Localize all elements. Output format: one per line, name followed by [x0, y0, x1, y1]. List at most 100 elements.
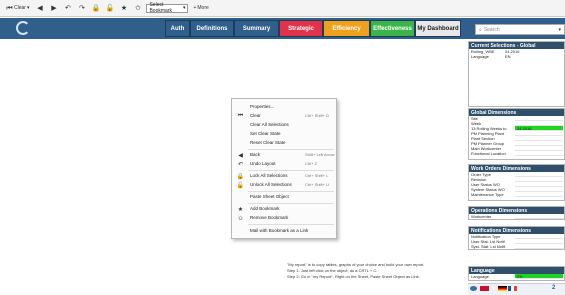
dimension-value: EN	[517, 274, 523, 279]
selection-row[interactable]: Language EN	[469, 54, 564, 59]
back-button[interactable]: ◀	[34, 3, 45, 14]
clear-icon: ⏮	[6, 4, 13, 12]
menu-separator	[248, 224, 334, 225]
info-icon[interactable]	[470, 286, 477, 291]
remove-bookmark-icon: ✩	[135, 4, 141, 12]
tab-efficiency[interactable]: Efficiency	[323, 20, 370, 37]
more-label: More	[197, 5, 209, 11]
bookmark-select[interactable]: Select Bookmark ▾	[146, 2, 189, 14]
tab-summary[interactable]: Summary	[234, 20, 279, 37]
menu-item-label: Clear All Selections	[250, 122, 289, 127]
flag-de-icon[interactable]	[498, 286, 507, 291]
remove-bookmark-button[interactable]: ✩	[132, 3, 143, 14]
menu-item-label: Unlock All Selections	[250, 182, 292, 187]
add-bookmark-button[interactable]: ★	[118, 3, 129, 14]
menu-item-unlock-all[interactable]: 🔓 Unlock All Selections Ctrl+ Shift+ U	[232, 181, 336, 189]
menu-item-label: Clear	[250, 113, 261, 118]
back-icon: ◀	[238, 153, 243, 159]
menu-item-properties[interactable]: Properties...	[232, 103, 336, 111]
chevron-down-icon: ▾	[558, 26, 561, 33]
panel-header: Operations Dimensions	[469, 207, 564, 214]
undo-icon: ↶	[65, 4, 71, 12]
redo-icon: ↷	[79, 4, 85, 12]
unlock-button[interactable]: 🔓	[104, 3, 115, 14]
tab-auth[interactable]: Auth	[165, 20, 190, 37]
tab-my-dashboard[interactable]: My Dashboard	[415, 20, 461, 37]
tab-label: My Dashboard	[417, 25, 459, 32]
tab-label: Definitions	[196, 25, 228, 32]
dimension-label: Functional Location	[471, 151, 506, 156]
more-button[interactable]: + More	[191, 3, 210, 14]
clear-button[interactable]: ⏮ Clear ▾	[4, 3, 31, 14]
flag-fr-icon[interactable]	[508, 286, 517, 291]
menu-item-reset-clear-state[interactable]: Reset Clear State	[232, 139, 336, 147]
lock-button[interactable]: 🔒	[90, 3, 101, 14]
dimension-row[interactable]: Functional Location	[469, 151, 564, 156]
menu-item-label: Undo Layout	[250, 161, 276, 166]
selection-value: EN	[505, 54, 511, 59]
dimension-value-box[interactable]	[515, 244, 563, 249]
menu-separator	[248, 149, 334, 150]
add-bookmark-icon: ★	[237, 207, 244, 213]
language-panel: Language Language EN	[468, 266, 565, 281]
menu-item-shortcut: Ctrl+ Shift+ U	[305, 182, 330, 187]
dimension-row[interactable]: Workcenter	[469, 214, 564, 219]
menu-item-label: Add Bookmark	[250, 206, 280, 211]
instructions-text: "My report" is to copy tables, graphs of…	[287, 262, 477, 280]
dimension-label: Maintenance Type	[471, 192, 504, 197]
menu-item-remove-bookmark[interactable]: ✩ Remove Bookmark	[232, 214, 336, 222]
menu-item-shortcut: Shift+ Left Arrow	[305, 152, 335, 157]
unlock-icon: 🔓	[105, 4, 115, 12]
page-number: 2	[552, 285, 556, 291]
plus-icon: +	[193, 5, 197, 11]
menu-item-lock-all[interactable]: 🔒 Lock All Selections Ctrl+ Shift+ L	[232, 172, 336, 180]
menu-separator	[248, 191, 334, 192]
dimension-row[interactable]: Maintenance Type	[469, 192, 564, 197]
bookmark-select-label: Select Bookmark	[149, 2, 172, 14]
menu-item-clear[interactable]: ⏮ Clear Ctrl+ Shift+ D	[232, 112, 336, 120]
panel-header: Global Dimensions	[469, 109, 564, 116]
dimension-value-box[interactable]	[515, 151, 563, 156]
panel-header: Work Orders Dimensions	[469, 165, 564, 172]
tab-label: Effectiveness	[373, 25, 412, 32]
menu-item-label: Mail with Bookmark as a Link	[250, 228, 309, 233]
operations-panel: Operations Dimensions Workcenter	[468, 206, 565, 220]
menu-item-add-bookmark[interactable]: ★ Add Bookmark	[232, 205, 336, 213]
dimension-value-box[interactable]	[515, 214, 563, 219]
tab-label: Summary	[242, 25, 271, 32]
search-input[interactable]: ⌕ Search ▾	[475, 24, 565, 35]
menu-item-clear-all-selections[interactable]: Clear All Selections	[232, 121, 336, 129]
panel-title: Notifications Dimensions	[471, 227, 532, 234]
dimension-row[interactable]: Syst. Stat. Lst Notif.	[469, 244, 564, 249]
menu-item-shortcut: Ctrl+ Shift+ L	[305, 173, 329, 178]
menu-item-label: Lock All Selections	[250, 173, 288, 178]
menu-item-undo-layout[interactable]: ↶ Undo Layout Ctrl+ Z	[232, 160, 336, 168]
undo-button[interactable]: ↶	[62, 3, 73, 14]
context-menu: Properties... ⏮ Clear Ctrl+ Shift+ D Clear…	[231, 98, 337, 239]
global-dimensions-panel: Global Dimensions Site Week 13 Rolling W…	[468, 108, 565, 160]
menu-item-set-clear-state[interactable]: Set Clear State	[232, 130, 336, 138]
tab-definitions[interactable]: Definitions	[190, 20, 234, 37]
panel-title: Global Dimensions	[471, 109, 517, 116]
panel-header: Language	[469, 267, 564, 274]
app-logo-icon	[16, 21, 30, 35]
menu-item-mail-bookmark[interactable]: Mail with Bookmark as a Link	[232, 227, 336, 235]
forward-button[interactable]: ▶	[48, 3, 59, 14]
flag-uk-icon[interactable]	[480, 286, 489, 291]
redo-button[interactable]: ↷	[76, 3, 87, 14]
dimension-row[interactable]: Language EN	[469, 274, 564, 279]
tab-strategic[interactable]: Strategic	[279, 20, 323, 37]
menu-separator	[248, 203, 334, 204]
panel-title: Work Orders Dimensions	[471, 165, 531, 172]
panel-title: Operations Dimensions	[471, 207, 528, 214]
chevron-down-icon: ▾	[26, 5, 30, 11]
tab-effectiveness[interactable]: Effectiveness	[370, 20, 415, 37]
menu-separator	[248, 170, 334, 171]
menu-item-back[interactable]: ◀ Back Shift+ Left Arrow	[232, 151, 336, 159]
clear-icon: ⏮	[237, 113, 244, 119]
dimension-label: Language	[471, 274, 489, 279]
work-orders-panel: Work Orders Dimensions Order Type Revisi…	[468, 164, 565, 201]
panel-title: Current Selections - Global	[471, 42, 536, 49]
dimension-value-box[interactable]	[515, 192, 563, 197]
menu-item-paste-sheet-object[interactable]: Paste Sheet Object	[232, 193, 336, 201]
